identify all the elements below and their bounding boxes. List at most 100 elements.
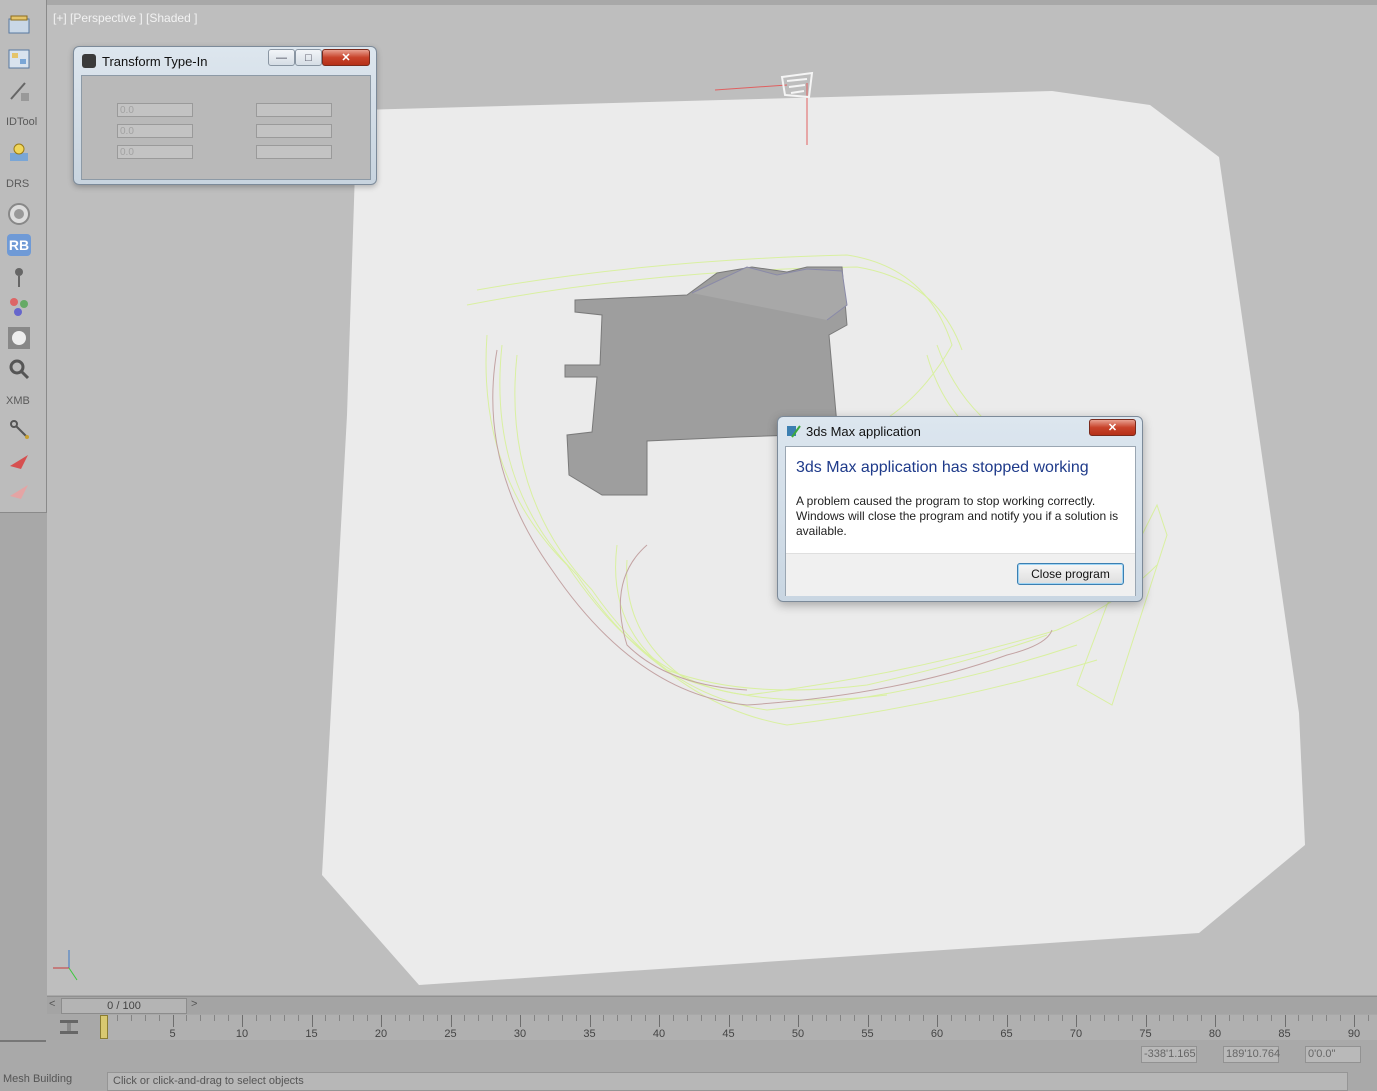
track-tick-label: 50 bbox=[791, 1028, 805, 1040]
track-tick-label: 90 bbox=[1347, 1028, 1361, 1040]
close-window-button[interactable]: ✕ bbox=[322, 49, 370, 66]
track-tick bbox=[645, 1015, 647, 1021]
track-tick bbox=[1062, 1015, 1064, 1021]
prompt-line: Click or click-and-drag to select object… bbox=[107, 1072, 1348, 1091]
track-tick-label: 35 bbox=[583, 1028, 596, 1040]
track-tick bbox=[895, 1015, 897, 1021]
track-tick bbox=[394, 1015, 396, 1021]
track-tick bbox=[492, 1015, 494, 1021]
rb-icon[interactable]: RB bbox=[5, 232, 33, 258]
viewport-label[interactable]: [+] [Perspective ] [Shaded ] bbox=[53, 11, 197, 25]
offset-y-field[interactable] bbox=[256, 124, 332, 138]
time-slider[interactable]: 0 / 100 bbox=[61, 998, 187, 1014]
track-tick bbox=[506, 1015, 508, 1021]
brush-icon[interactable] bbox=[5, 78, 33, 104]
mini-curve-editor-icon[interactable] bbox=[58, 1018, 80, 1036]
track-bar[interactable]: 5 10 15 20 25 30 35 40 45 50 55 60 65 70 75 80 85 90 bbox=[100, 1015, 1377, 1040]
magnifier-icon[interactable] bbox=[5, 356, 33, 382]
track-tick bbox=[950, 1015, 952, 1021]
layer-explorer-icon[interactable] bbox=[5, 46, 33, 72]
offset-x-field[interactable] bbox=[256, 103, 332, 117]
type-in-panel bbox=[81, 75, 371, 180]
track-tick bbox=[1089, 1015, 1091, 1021]
minimize-button[interactable]: — bbox=[268, 49, 295, 66]
track-tick bbox=[742, 1015, 744, 1021]
track-tick-label: 20 bbox=[374, 1028, 388, 1040]
track-tick bbox=[367, 1015, 369, 1021]
track-tick bbox=[186, 1015, 188, 1021]
track-tick-label: 60 bbox=[930, 1028, 944, 1040]
track-tick bbox=[1228, 1015, 1230, 1021]
maximize-icon: □ bbox=[305, 51, 312, 64]
face-icon[interactable] bbox=[5, 325, 33, 351]
windows-error-icon bbox=[787, 425, 801, 438]
window-title: Transform Type-In bbox=[102, 54, 208, 69]
track-tick bbox=[1312, 1015, 1314, 1021]
prev-frame-button[interactable]: < bbox=[49, 998, 55, 1010]
y-coordinate-field[interactable]: 189'10.764 bbox=[1223, 1046, 1280, 1063]
dialog-close-button[interactable]: ✕ bbox=[1089, 419, 1136, 436]
track-tick bbox=[214, 1015, 216, 1021]
absolute-y-field[interactable] bbox=[117, 124, 193, 138]
idtool-label[interactable]: IDTool bbox=[6, 116, 37, 128]
track-tick bbox=[992, 1015, 994, 1021]
track-tick bbox=[937, 1015, 938, 1027]
track-tick bbox=[714, 1015, 716, 1021]
particles-icon[interactable] bbox=[5, 294, 33, 320]
track-tick bbox=[1131, 1015, 1133, 1021]
scene-explorer-icon[interactable] bbox=[5, 12, 33, 38]
transform-type-in-window: Transform Type-In — □ ✕ bbox=[73, 46, 377, 185]
z-coordinate-field[interactable]: 0'0.0" bbox=[1305, 1046, 1361, 1063]
track-tick-label: 70 bbox=[1069, 1028, 1083, 1040]
track-tick bbox=[631, 1015, 633, 1021]
track-tick bbox=[1187, 1015, 1189, 1021]
track-tick bbox=[172, 1015, 174, 1027]
maximize-button[interactable]: □ bbox=[295, 49, 322, 66]
track-tick bbox=[242, 1015, 243, 1027]
track-tick bbox=[686, 1015, 688, 1021]
x-coordinate-field[interactable]: -338'1.165 bbox=[1141, 1046, 1197, 1063]
absolute-z-field[interactable] bbox=[117, 145, 193, 159]
close-program-button[interactable]: Close program bbox=[1017, 563, 1124, 585]
track-tick bbox=[923, 1015, 925, 1021]
track-tick-label: 80 bbox=[1208, 1028, 1222, 1040]
track-tick bbox=[533, 1015, 535, 1021]
track-tick bbox=[867, 1015, 869, 1027]
close-icon: ✕ bbox=[1107, 422, 1118, 434]
plane-icon[interactable] bbox=[5, 448, 33, 474]
xmb-label[interactable]: XMB bbox=[6, 395, 30, 407]
track-tick bbox=[1103, 1015, 1105, 1021]
track-tick bbox=[339, 1015, 341, 1021]
track-tick bbox=[1298, 1015, 1300, 1021]
track-tick bbox=[978, 1015, 980, 1021]
plane-faded-icon[interactable] bbox=[5, 478, 33, 504]
pin-icon[interactable] bbox=[5, 264, 33, 290]
link-icon[interactable] bbox=[5, 416, 33, 442]
track-tick bbox=[520, 1015, 521, 1027]
track-tick bbox=[158, 1015, 160, 1021]
track-tick bbox=[1145, 1015, 1147, 1027]
track-tick bbox=[825, 1015, 827, 1021]
track-tick bbox=[756, 1015, 758, 1021]
track-tick bbox=[1006, 1015, 1008, 1027]
track-tick bbox=[575, 1015, 577, 1021]
track-tick bbox=[784, 1015, 786, 1021]
track-tick bbox=[422, 1015, 424, 1021]
next-frame-button[interactable]: > bbox=[191, 998, 197, 1010]
ring-icon[interactable] bbox=[5, 201, 33, 227]
selection-name: Mesh Building bbox=[3, 1073, 73, 1085]
track-tick-label: 25 bbox=[444, 1028, 457, 1040]
absolute-x-field[interactable] bbox=[117, 103, 193, 117]
offset-z-field[interactable] bbox=[256, 145, 332, 159]
drs-label[interactable]: DRS bbox=[6, 178, 29, 190]
track-tick bbox=[1076, 1015, 1077, 1027]
track-tick bbox=[436, 1015, 438, 1021]
close-icon: ✕ bbox=[341, 52, 351, 64]
track-tick bbox=[839, 1015, 841, 1021]
track-tick bbox=[1284, 1015, 1286, 1027]
light-icon[interactable] bbox=[5, 140, 33, 166]
track-tick bbox=[700, 1015, 702, 1021]
track-tick bbox=[659, 1015, 660, 1027]
track-tick bbox=[464, 1015, 466, 1021]
track-tick-label: 75 bbox=[1139, 1028, 1152, 1040]
